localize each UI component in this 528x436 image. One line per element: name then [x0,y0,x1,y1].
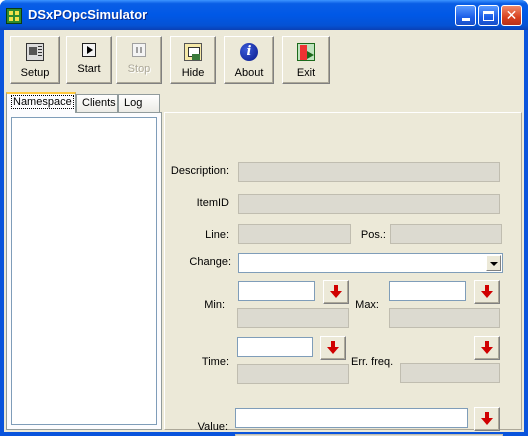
min-label: Min: [204,299,225,311]
itemid-field[interactable] [238,194,500,214]
min-input[interactable] [238,281,315,301]
description-label: Description: [170,165,229,177]
stop-button[interactable]: Stop [116,36,162,84]
setup-button[interactable]: Setup [10,36,60,84]
about-label: About [234,67,264,79]
change-dropdown[interactable] [238,253,503,273]
max-display [389,308,500,328]
start-label: Start [77,63,101,75]
maximize-button[interactable] [478,5,499,26]
setup-icon [26,43,44,61]
max-apply-button[interactable] [474,280,500,304]
minimize-button[interactable] [455,5,476,26]
title-bar[interactable]: DSxPOpcSimulator ✕ [0,0,528,30]
hide-button[interactable]: Hide [170,36,216,84]
setup-label: Setup [20,67,50,79]
app-window: DSxPOpcSimulator ✕ Setup Start Stop Hide [0,0,528,436]
time-input[interactable] [237,337,313,357]
about-button[interactable]: About [224,36,274,84]
errfreq-label: Err. freq. [351,356,394,368]
tab-log[interactable]: Log [118,94,160,112]
time-label: Time: [201,356,229,368]
change-label: Change: [189,256,231,268]
tab-strip: Namespace Clients Log [4,92,524,113]
pos-field[interactable] [390,224,502,244]
value-input[interactable] [235,408,468,428]
time-display [237,364,349,384]
line-field[interactable] [238,224,351,244]
item-properties-panel: Description: ItemID Line: Pos.: Change: … [164,112,522,436]
min-apply-button[interactable] [323,280,349,304]
errfreq-display [400,363,500,383]
value-label: Value: [197,421,228,433]
time-apply-button[interactable] [320,336,346,360]
pos-label: Pos.: [360,229,386,241]
toolbar: Setup Start Stop Hide About Exit [4,30,524,90]
namespace-tree[interactable] [11,117,157,425]
play-icon [82,43,96,57]
errfreq-apply-button[interactable] [474,336,500,360]
min-display [237,308,349,328]
stop-label: Stop [127,63,151,75]
exit-door-icon [297,43,315,61]
line-label: Line: [205,229,229,241]
tab-namespace[interactable]: Namespace [6,92,76,113]
close-button[interactable]: ✕ [501,5,522,26]
description-field[interactable] [238,162,500,182]
exit-button[interactable]: Exit [282,36,330,84]
close-icon: ✕ [505,7,518,24]
window-title: DSxPOpcSimulator [28,7,148,22]
max-label: Max: [355,299,379,311]
max-input[interactable] [389,281,466,301]
chevron-down-icon[interactable] [486,255,501,271]
itemid-label: ItemID [196,197,229,209]
pause-icon [132,43,146,57]
hide-label: Hide [181,67,205,79]
tab-log-label: Log [124,97,143,109]
app-icon [6,8,22,24]
tab-clients-label: Clients [82,97,116,109]
maximize-icon [483,10,494,21]
tab-clients[interactable]: Clients [76,94,118,112]
info-icon [240,43,258,61]
client-area: Setup Start Stop Hide About Exit [4,30,524,436]
namespace-panel [6,112,162,430]
exit-label: Exit [296,67,316,79]
minimize-icon [461,18,470,21]
start-button[interactable]: Start [66,36,112,84]
tab-namespace-label: Namespace [11,95,74,109]
value-apply-button[interactable] [474,407,500,431]
hide-icon [184,43,202,61]
